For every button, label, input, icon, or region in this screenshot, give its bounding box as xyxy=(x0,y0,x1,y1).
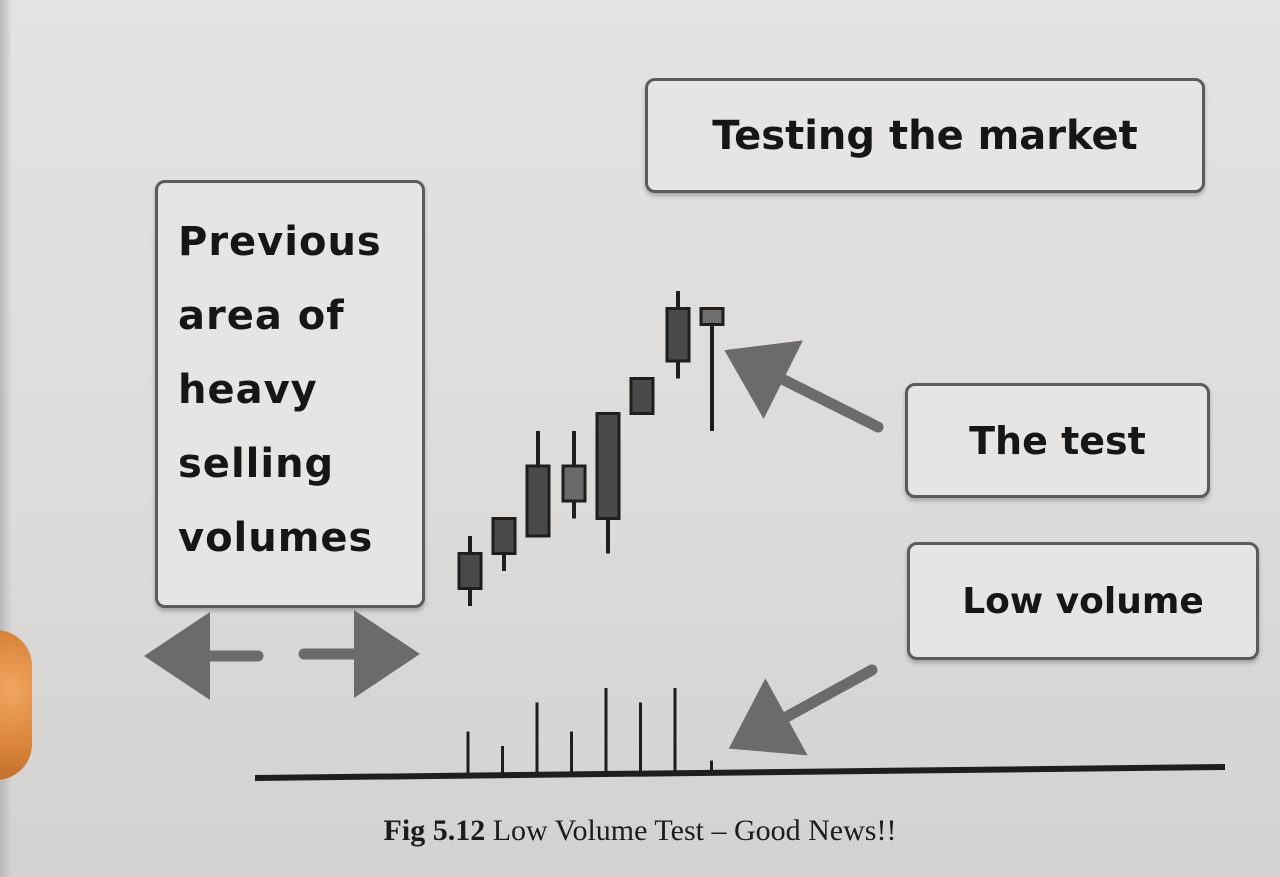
candle-body xyxy=(457,552,483,590)
figure-title: Low Volume Test – Good News!! xyxy=(485,814,897,847)
candle-body xyxy=(665,307,691,363)
figure-caption: Fig 5.12 Low Volume Test – Good News!! xyxy=(0,814,1280,848)
test-arrow-icon xyxy=(724,340,884,433)
candle-body xyxy=(525,464,551,538)
candlestick-diagram xyxy=(144,291,1226,781)
candles xyxy=(457,291,725,606)
candle-body xyxy=(629,377,655,415)
figure-label: Fig 5.12 xyxy=(383,814,486,847)
candle-body xyxy=(699,307,725,326)
candle-body xyxy=(595,412,621,520)
candle-body xyxy=(491,517,517,555)
low-volume-arrow-icon xyxy=(728,664,878,756)
candle-body xyxy=(561,464,587,503)
baseline xyxy=(254,764,1226,781)
book-page: Previous area of heavy selling volumes T… xyxy=(0,0,1280,877)
volume-bars xyxy=(466,688,713,775)
